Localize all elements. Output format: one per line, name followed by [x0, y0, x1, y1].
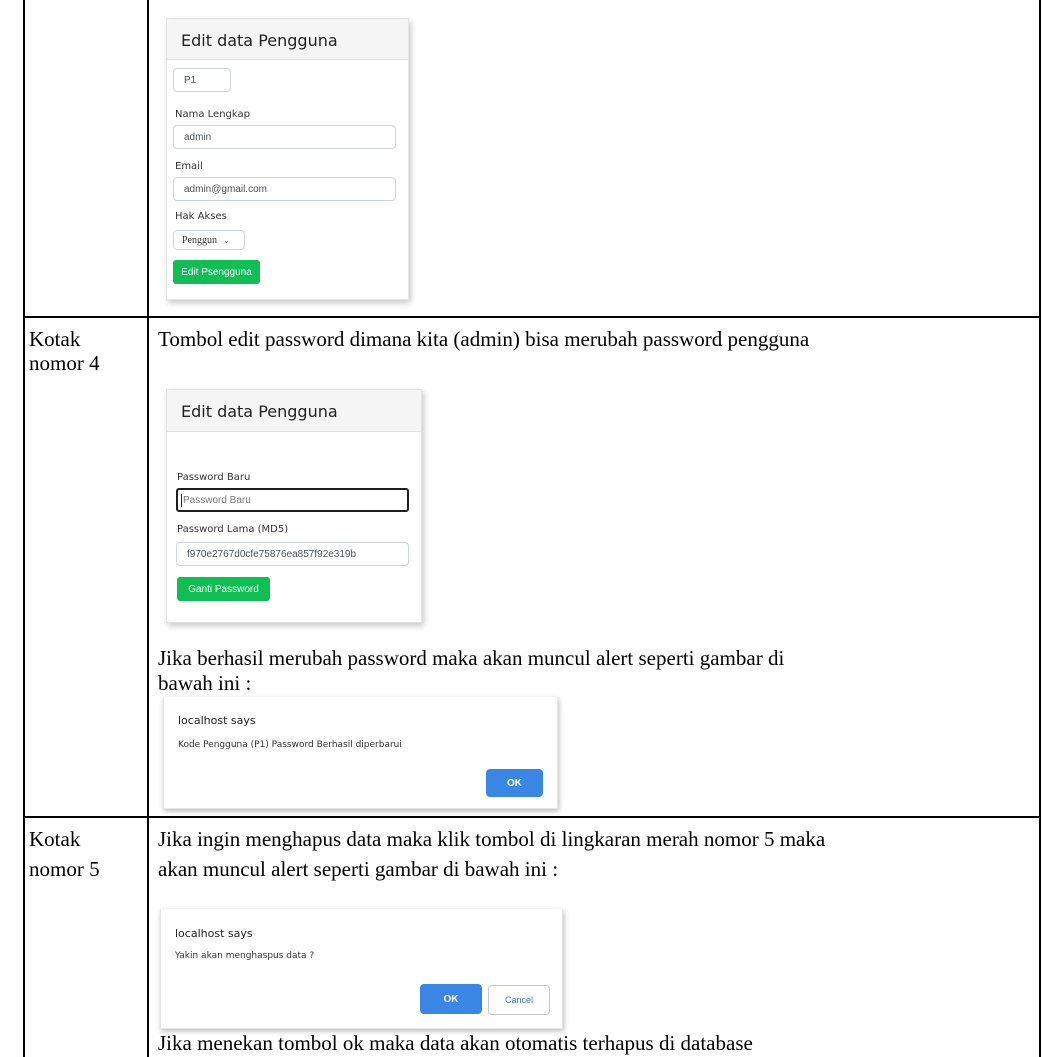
- table-column-divider: [147, 0, 149, 1057]
- row-label-line-1: Kotak: [29, 827, 81, 851]
- row-label-line-1: Kotak: [29, 327, 81, 351]
- access-level-select[interactable]: Penggun ⌄: [173, 230, 245, 250]
- ok-button[interactable]: OK: [486, 769, 543, 797]
- result-description-line-1: Jika berhasil merubah password maka akan…: [158, 646, 785, 670]
- table-row-divider: [23, 316, 1041, 318]
- table-left-border: [23, 0, 25, 1057]
- user-code-field[interactable]: P1: [173, 68, 231, 92]
- row-label-line-2: nomor 4: [29, 351, 100, 375]
- email-label: Email: [175, 161, 203, 172]
- table-row-divider: [23, 816, 1041, 818]
- full-name-label: Nama Lengkap: [175, 109, 250, 120]
- ok-button[interactable]: OK: [420, 984, 482, 1014]
- row-description: Tombol edit password dimana kita (admin)…: [158, 327, 810, 351]
- access-level-label: Hak Akses: [175, 211, 227, 222]
- old-password-label: Password Lama (MD5): [177, 524, 289, 535]
- old-password-field[interactable]: f970e2767d0cfe75876ea857f92e319b: [176, 542, 409, 566]
- form-header: Edit data Pengguna: [167, 390, 421, 432]
- table-right-border: [1039, 0, 1041, 1057]
- success-alert-dialog: localhost says Kode Pengguna (P1) Passwo…: [163, 697, 558, 809]
- alert-title: localhost says: [175, 927, 253, 940]
- email-field[interactable]: admin@gmail.com: [173, 177, 396, 201]
- new-password-input[interactable]: Password Baru: [176, 488, 409, 512]
- row-description-line-1: Jika ingin menghapus data maka klik tomb…: [158, 827, 826, 851]
- change-password-button[interactable]: Ganti Password: [177, 577, 270, 601]
- edit-user-form-card: Edit data Pengguna P1 Nama Lengkap admin…: [166, 18, 409, 300]
- cancel-button[interactable]: Cancel: [488, 985, 550, 1015]
- alert-message: Yakin akan menghaspus data ?: [175, 951, 315, 961]
- edit-user-button[interactable]: Edit Psengguna: [173, 260, 260, 284]
- delete-confirm-dialog: localhost says Yakin akan menghaspus dat…: [160, 909, 563, 1029]
- new-password-label: Password Baru: [177, 472, 251, 483]
- result-description-line-2: bawah ini :: [158, 671, 252, 695]
- form-title: Edit data Pengguna: [181, 31, 338, 50]
- change-password-form-card: Edit data Pengguna Password Baru Passwor…: [166, 389, 422, 623]
- access-level-value: Penggun: [182, 234, 217, 246]
- row-description-line-2: akan muncul alert seperti gambar di bawa…: [158, 857, 559, 881]
- full-name-field[interactable]: admin: [173, 125, 396, 149]
- alert-message: Kode Pengguna (P1) Password Berhasil dip…: [178, 740, 402, 750]
- final-description: Jika menekan tombol ok maka data akan ot…: [158, 1031, 753, 1055]
- form-title: Edit data Pengguna: [181, 402, 338, 421]
- new-password-placeholder: Password Baru: [183, 494, 251, 506]
- row-label-line-2: nomor 5: [29, 857, 100, 881]
- alert-title: localhost says: [178, 714, 256, 727]
- form-header: Edit data Pengguna: [167, 19, 408, 60]
- chevron-down-icon: ⌄: [223, 235, 230, 245]
